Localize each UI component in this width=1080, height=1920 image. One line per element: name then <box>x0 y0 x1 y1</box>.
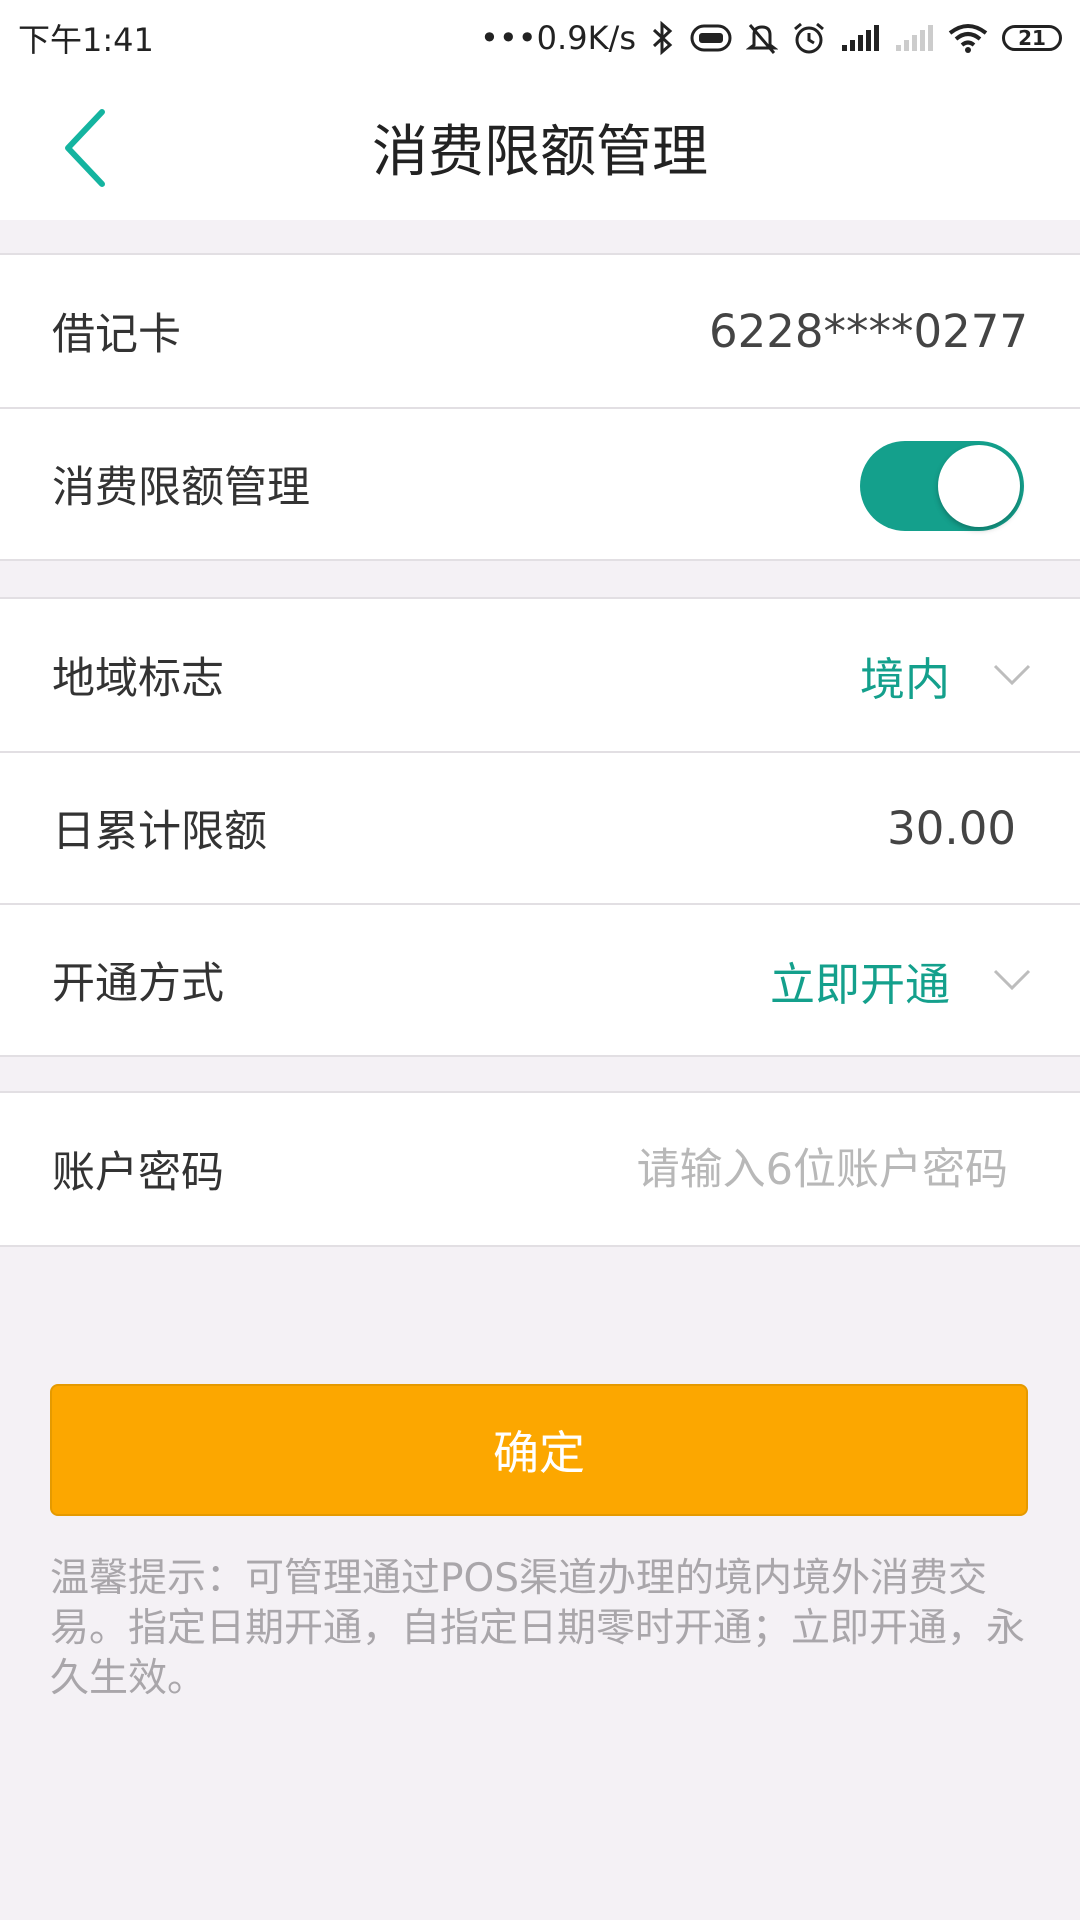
status-bar: 下午1:41 •••0.9K/s 21 <box>0 0 1080 75</box>
password-input[interactable] <box>486 1129 1010 1211</box>
daily-limit-label: 日累计限额 <box>52 807 267 857</box>
nav-bar: 消费限额管理 <box>0 75 1080 220</box>
mute-icon <box>746 18 778 58</box>
card-row: 借记卡 6228****0277 <box>0 255 1080 407</box>
password-label: 账户密码 <box>52 1148 224 1198</box>
wifi-icon <box>948 18 988 58</box>
page-title: 消费限额管理 <box>372 120 708 185</box>
battery-icon: 21 <box>1002 24 1062 51</box>
confirm-button[interactable]: 确定 <box>50 1384 1028 1516</box>
region-value[interactable]: 境内 <box>860 599 950 751</box>
region-row[interactable]: 地域标志 境内 <box>0 599 1080 751</box>
signal-weak-icon <box>894 18 934 58</box>
password-row: 账户密码 <box>0 1093 1080 1245</box>
settings-section: 地域标志 境内 日累计限额 30.00 开通方式 立即开通 <box>0 597 1080 1057</box>
card-section: 借记卡 6228****0277 消费限额管理 <box>0 253 1080 561</box>
daily-limit-row[interactable]: 日累计限额 30.00 <box>0 751 1080 903</box>
limit-mgmt-label: 消费限额管理 <box>52 463 310 513</box>
bluetooth-icon <box>650 18 676 58</box>
battery-level: 21 <box>1018 25 1046 50</box>
toggle-knob <box>938 445 1020 527</box>
chevron-down-icon[interactable] <box>992 905 1032 1055</box>
limit-mgmt-row: 消费限额管理 <box>0 407 1080 559</box>
limit-mgmt-toggle[interactable] <box>860 441 1024 531</box>
card-number: 6228****0277 <box>708 304 1028 358</box>
status-time: 下午1:41 <box>18 20 154 59</box>
activation-row[interactable]: 开通方式 立即开通 <box>0 903 1080 1055</box>
chevron-down-icon[interactable] <box>992 599 1032 751</box>
activation-value[interactable]: 立即开通 <box>770 905 950 1055</box>
card-label: 借记卡 <box>52 310 181 360</box>
password-section: 账户密码 <box>0 1091 1080 1247</box>
network-speed: •••0.9K/s <box>480 18 636 57</box>
region-label: 地域标志 <box>52 654 224 704</box>
activation-label: 开通方式 <box>52 959 224 1009</box>
alarm-icon <box>792 18 826 58</box>
signal-icon <box>840 18 880 58</box>
tip-text: 温馨提示：可管理通过POS渠道办理的境内境外消费交易。指定日期开通，自指定日期零… <box>50 1556 1026 1701</box>
vibrate-icon <box>690 18 732 58</box>
daily-limit-value[interactable]: 30.00 <box>887 753 1016 903</box>
